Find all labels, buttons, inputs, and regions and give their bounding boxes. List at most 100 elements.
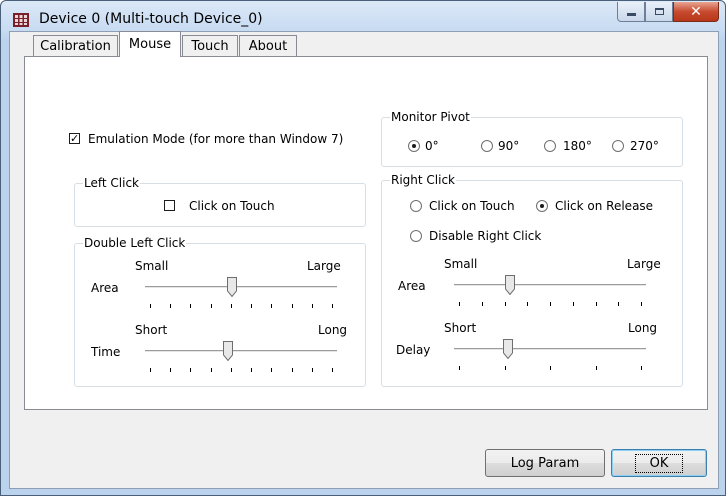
slider-tick	[291, 368, 293, 372]
slider-tick	[190, 368, 192, 372]
slider-tick	[504, 366, 506, 370]
slider-tick	[641, 302, 642, 306]
tab-label: About	[248, 38, 288, 54]
left-click-on-touch-checkbox[interactable]	[164, 200, 175, 211]
tab-label: Touch	[191, 38, 229, 54]
slider-thumb[interactable]	[223, 341, 234, 361]
ok-label: OK	[634, 453, 684, 473]
dlc-time-max-label: Long	[318, 323, 348, 337]
log-param-button[interactable]: Log Param	[485, 449, 605, 477]
tab-mouse[interactable]: Mouse	[119, 31, 181, 57]
pivot-0-label: 0°	[425, 139, 439, 153]
rc-area-min-label: Small	[444, 257, 478, 271]
slider-track[interactable]	[145, 286, 337, 289]
slider-tick	[271, 368, 273, 372]
right-click-on-release-radio[interactable]	[536, 200, 548, 212]
slider-track[interactable]	[145, 350, 337, 353]
slider-tick	[481, 302, 483, 306]
slider-tick	[150, 368, 151, 372]
pivot-180-label: 180°	[563, 139, 592, 153]
ok-button[interactable]: OK	[611, 449, 707, 477]
maximize-button[interactable]	[645, 2, 673, 22]
dlc-time-label: Time	[91, 345, 121, 359]
disable-right-click-label: Disable Right Click	[429, 229, 542, 243]
slider-thumb[interactable]	[503, 339, 514, 359]
slider-tick	[504, 302, 506, 306]
right-click-on-release-label: Click on Release	[555, 199, 654, 213]
tab-about[interactable]: About	[239, 35, 297, 56]
rc-delay-min-label: Short	[444, 321, 477, 335]
slider-tick	[459, 366, 460, 370]
pivot-270-label: 270°	[630, 139, 659, 153]
pivot-90-label: 90°	[498, 139, 520, 153]
app-icon	[13, 13, 29, 27]
tab-label: Mouse	[128, 37, 172, 52]
slider-thumb[interactable]	[504, 275, 515, 295]
slider-tick	[527, 302, 529, 306]
slider-tick	[170, 304, 172, 308]
emulation-mode-checkbox[interactable]: ✓	[69, 133, 80, 144]
slider-tick	[641, 366, 642, 370]
tab-calibration[interactable]: Calibration	[33, 35, 118, 56]
tab-touch[interactable]: Touch	[182, 35, 238, 56]
double-left-click-group: Double Left Click Small Large Area Short…	[74, 236, 366, 387]
slider-tick	[311, 368, 313, 372]
slider-tick	[170, 368, 172, 372]
close-button[interactable]: ✕	[673, 2, 719, 22]
tab-label: Calibration	[40, 38, 111, 54]
left-click-legend: Left Click	[83, 176, 140, 190]
pivot-0-radio[interactable]	[408, 140, 420, 152]
slider-tick	[550, 302, 551, 306]
slider-tick	[190, 304, 192, 308]
pivot-90-radio[interactable]	[481, 140, 493, 152]
slider-tick	[251, 304, 253, 308]
rc-delay-label: Delay	[396, 343, 431, 357]
right-click-legend: Right Click	[390, 173, 457, 187]
slider-tick	[550, 366, 551, 370]
close-icon: ✕	[690, 3, 702, 20]
pivot-180-radio[interactable]	[544, 140, 556, 152]
rc-area-label: Area	[398, 279, 426, 293]
slider-tick	[618, 302, 620, 306]
slider-tick	[210, 368, 212, 372]
left-click-on-touch-label: Click on Touch	[189, 199, 275, 213]
monitor-pivot-legend: Monitor Pivot	[390, 110, 471, 124]
slider-tick	[150, 304, 151, 308]
window-title: Device 0 (Multi-touch Device_0)	[39, 11, 263, 27]
dlc-area-min-label: Small	[135, 259, 169, 273]
slider-tick	[291, 304, 293, 308]
right-click-on-touch-label: Click on Touch	[429, 199, 515, 213]
slider-tick	[271, 304, 273, 308]
double-left-click-legend: Double Left Click	[83, 236, 187, 250]
slider-tick	[595, 366, 597, 370]
mouse-tab-panel: ✓ Emulation Mode (for more than Window 7…	[24, 56, 708, 410]
dlc-area-label: Area	[91, 281, 119, 295]
dlc-area-max-label: Large	[307, 259, 341, 273]
slider-tick	[251, 368, 253, 372]
minimize-button[interactable]	[617, 2, 645, 22]
app-window: Device 0 (Multi-touch Device_0) ✕ Calibr…	[0, 0, 726, 496]
slider-thumb[interactable]	[226, 277, 237, 297]
monitor-pivot-group: Monitor Pivot 0° 90° 180° 270°	[381, 110, 683, 167]
checkmark-icon: ✓	[70, 132, 80, 145]
slider-tick	[311, 304, 313, 308]
log-param-label: Log Param	[510, 455, 580, 471]
disable-right-click-radio[interactable]	[410, 230, 422, 242]
slider-track[interactable]	[454, 284, 646, 287]
slider-tick	[210, 304, 212, 308]
right-click-on-touch-radio[interactable]	[410, 200, 422, 212]
right-click-group: Right Click Click on Touch Click on Rele…	[381, 173, 683, 387]
slider-tick	[332, 368, 333, 372]
minimize-icon	[626, 13, 636, 16]
slider-tick	[230, 368, 232, 372]
slider-track[interactable]	[454, 348, 646, 351]
rc-area-max-label: Large	[627, 257, 661, 271]
slider-tick	[230, 304, 232, 308]
slider-tick	[332, 304, 333, 308]
rc-delay-max-label: Long	[628, 321, 658, 335]
emulation-mode-label: Emulation Mode (for more than Window 7)	[88, 132, 344, 146]
pivot-270-radio[interactable]	[612, 140, 624, 152]
slider-tick	[595, 302, 597, 306]
dlc-time-min-label: Short	[135, 323, 168, 337]
slider-tick	[572, 302, 574, 306]
